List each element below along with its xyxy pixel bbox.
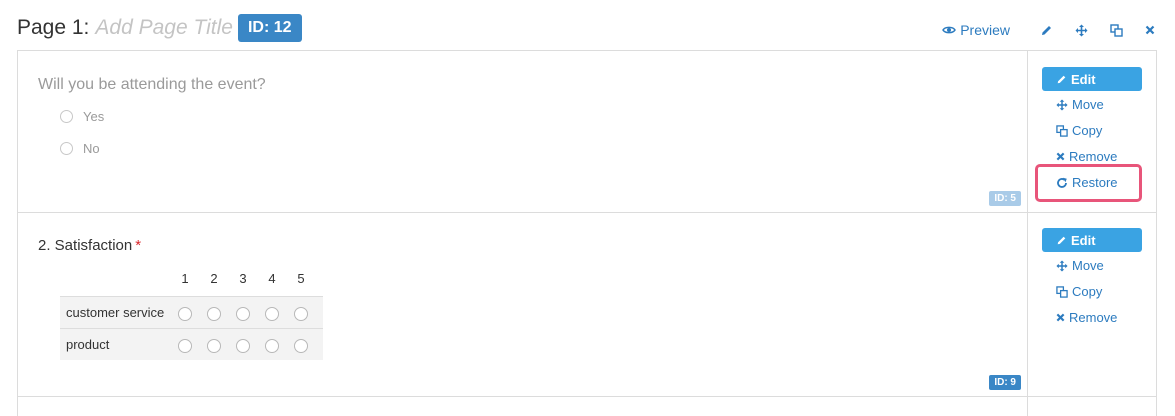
- question-title: 2. Satisfaction *: [38, 237, 141, 254]
- radio-button[interactable]: [60, 110, 73, 123]
- remove-button[interactable]: Remove: [1056, 310, 1117, 325]
- delete-page-button[interactable]: [1145, 25, 1155, 35]
- matrix-radio[interactable]: [294, 339, 308, 353]
- question-content: Will you be attending the event? Yes No …: [18, 51, 1028, 212]
- move-label: Move: [1072, 97, 1104, 112]
- matrix-radio[interactable]: [265, 339, 279, 353]
- matrix-row: product: [60, 328, 323, 360]
- restore-icon: [1057, 177, 1067, 188]
- page-actions: Preview: [942, 20, 1155, 40]
- question-block-next: [17, 396, 1157, 416]
- matrix-radio[interactable]: [236, 307, 250, 321]
- question-title-text: 2. Satisfaction: [38, 237, 133, 254]
- remove-button[interactable]: Remove: [1056, 149, 1117, 164]
- matrix-column-header: 1: [181, 271, 189, 286]
- move-label: Move: [1072, 258, 1104, 273]
- copy-label: Copy: [1072, 123, 1103, 138]
- question-content: 2. Satisfaction * 1 2 3 4 5 customer serv…: [18, 213, 1028, 396]
- close-icon: [1056, 152, 1065, 161]
- pencil-icon: [1057, 75, 1066, 83]
- edit-button[interactable]: Edit: [1042, 228, 1142, 252]
- remove-label: Remove: [1069, 149, 1118, 164]
- edit-page-button[interactable]: [1040, 24, 1053, 37]
- radio-option-label: No: [83, 141, 100, 156]
- copy-page-button[interactable]: [1110, 23, 1123, 37]
- edit-button[interactable]: Edit: [1042, 67, 1142, 91]
- matrix-row-label: product: [66, 337, 110, 352]
- pencil-icon: [1042, 25, 1051, 35]
- copy-button[interactable]: Copy: [1056, 284, 1102, 299]
- matrix-radio[interactable]: [265, 307, 279, 321]
- question-id-badge: ID: 5: [989, 191, 1021, 206]
- edit-label: Edit: [1071, 232, 1096, 248]
- copy-label: Copy: [1072, 284, 1103, 299]
- copy-button[interactable]: Copy: [1056, 123, 1102, 138]
- matrix-row: customer service: [60, 296, 323, 328]
- matrix-column-header: 4: [268, 271, 276, 286]
- matrix-radio[interactable]: [236, 339, 250, 353]
- matrix-radio[interactable]: [178, 339, 192, 353]
- eye-icon: [942, 26, 957, 34]
- question-block: 2. Satisfaction * 1 2 3 4 5 customer serv…: [17, 212, 1157, 397]
- question-title: Will you be attending the event?: [38, 76, 266, 93]
- matrix-radio[interactable]: [294, 307, 308, 321]
- move-icon: [1075, 24, 1088, 36]
- move-icon: [1056, 259, 1068, 272]
- required-marker: *: [135, 237, 142, 254]
- radio-option: Yes: [60, 109, 104, 124]
- copy-icon: [1056, 124, 1068, 137]
- pencil-icon: [1057, 236, 1066, 244]
- question-block-removed: Will you be attending the event? Yes No …: [17, 50, 1157, 213]
- copy-icon: [1110, 23, 1123, 37]
- preview-button[interactable]: Preview: [942, 22, 1010, 38]
- matrix-radio[interactable]: [207, 339, 221, 353]
- radio-option: No: [60, 141, 100, 156]
- close-icon: [1056, 313, 1065, 322]
- matrix-radio[interactable]: [207, 307, 221, 321]
- page-label: Page 1:: [17, 16, 90, 39]
- radio-option-label: Yes: [83, 109, 105, 124]
- move-button[interactable]: Move: [1056, 97, 1104, 112]
- copy-icon: [1056, 285, 1068, 298]
- matrix-column-header: 5: [297, 271, 305, 286]
- question-id-badge: ID: 9: [989, 375, 1021, 390]
- page-header: Page 1: Add Page Title ID: 12: [17, 12, 302, 44]
- restore-label: Restore: [1072, 175, 1118, 190]
- move-button[interactable]: Move: [1056, 258, 1104, 273]
- matrix-row-label: customer service: [66, 305, 165, 320]
- restore-button[interactable]: Restore: [1056, 175, 1118, 190]
- matrix-radio[interactable]: [178, 307, 192, 321]
- close-icon: [1145, 25, 1155, 35]
- radio-button[interactable]: [60, 142, 73, 155]
- question-content: [18, 397, 1028, 416]
- preview-label: Preview: [960, 22, 1010, 38]
- page-id-badge: ID: 12: [237, 14, 302, 42]
- question-actions: Edit Move Copy Remove Restore: [1028, 51, 1158, 212]
- matrix-column-header: 2: [210, 271, 218, 286]
- edit-label: Edit: [1071, 71, 1096, 87]
- move-page-button[interactable]: [1075, 24, 1088, 37]
- page-title-placeholder[interactable]: Add Page Title: [95, 16, 233, 40]
- matrix-column-header: 3: [239, 271, 247, 286]
- question-actions: Edit Move Copy Remove: [1028, 213, 1158, 396]
- move-icon: [1056, 98, 1068, 111]
- remove-label: Remove: [1069, 310, 1118, 325]
